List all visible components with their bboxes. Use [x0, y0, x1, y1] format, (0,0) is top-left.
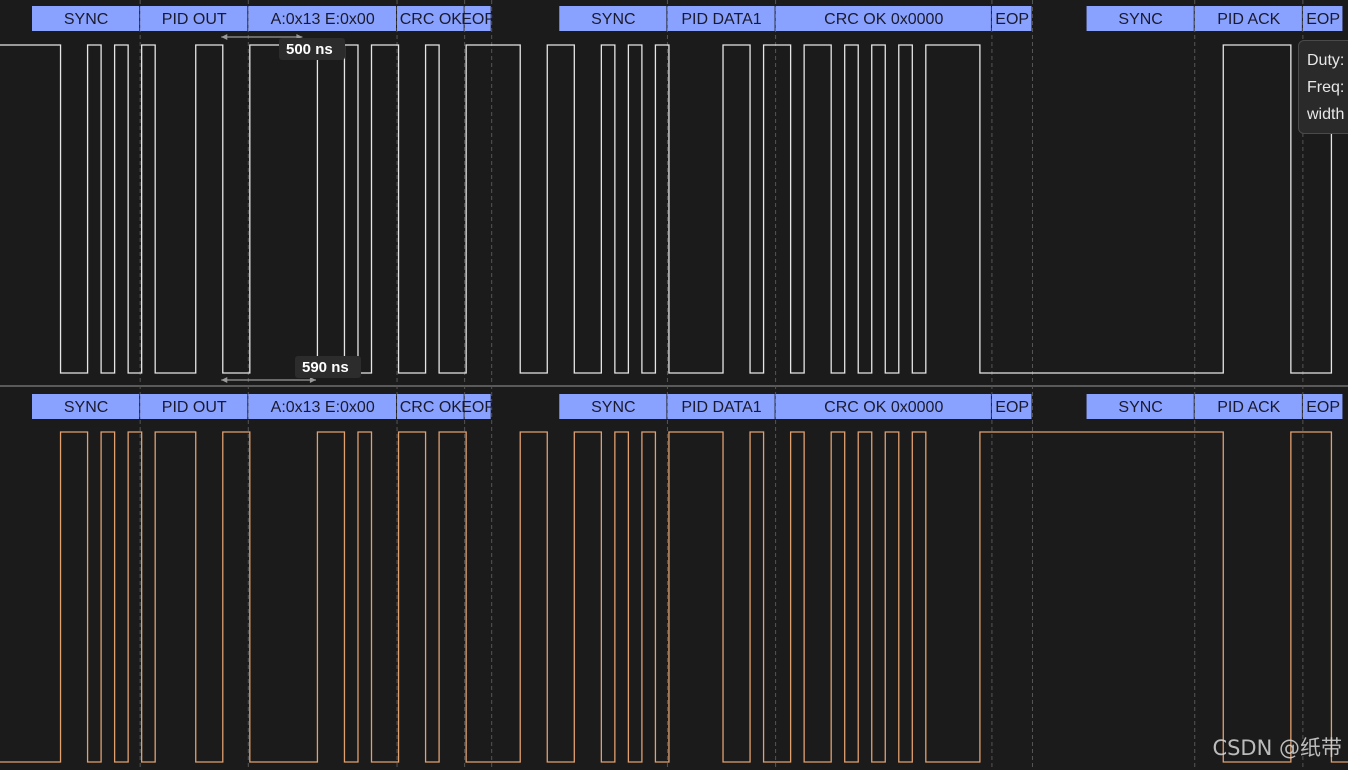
decode-segment-label: PID ACK [1217, 399, 1280, 416]
decode-segment[interactable]: EOP [1302, 394, 1343, 419]
measure-arrow-left [221, 377, 228, 383]
decode-segment[interactable]: SYNC [1086, 6, 1194, 31]
decode-segment-label: A:0x13 E:0x00 [271, 11, 375, 28]
decode-segment-label: PID OUT [162, 399, 227, 416]
decode-segment[interactable]: PID ACK [1194, 6, 1302, 31]
decode-segment[interactable]: SYNC [559, 6, 667, 31]
decode-segment[interactable]: PID ACK [1194, 394, 1302, 419]
decode-segment[interactable]: EOP [461, 394, 495, 419]
decode-segment[interactable]: EOP [461, 6, 495, 31]
measurement-tooltip: Duty: Freq: width [1298, 40, 1348, 134]
decode-segment[interactable]: EOP [991, 394, 1032, 419]
decode-segment-label: PID DATA1 [681, 11, 761, 28]
decode-segment-label: EOP [995, 399, 1029, 416]
decode-segment[interactable]: EOP [1302, 6, 1343, 31]
measure-arrow-left [221, 34, 228, 40]
tooltip-width: width [1307, 106, 1345, 123]
channel-lanes: SYNC PID OUT A:0x13 E:0x00 CRC OK EOP SYNC PID… [0, 6, 1348, 763]
decode-segment-label: SYNC [591, 399, 635, 416]
decode-segment[interactable]: SYNC [1086, 394, 1194, 419]
decode-segment-label: PID ACK [1217, 11, 1280, 28]
width-measure-top[interactable]: 500 ns [221, 34, 345, 60]
decode-segment-label: SYNC [64, 399, 108, 416]
decode-segment-label: SYNC [1118, 399, 1162, 416]
decode-segment-label: EOP [1306, 399, 1340, 416]
decode-segment-label: CRC OK 0x0000 [824, 11, 943, 28]
decode-segment[interactable]: A:0x13 E:0x00 [248, 6, 397, 31]
measurement-overlays: 500 ns 590 ns [221, 34, 361, 383]
decode-segment[interactable]: SYNC [32, 6, 140, 31]
channel-1-lane[interactable]: SYNC PID OUT A:0x13 E:0x00 CRC OK EOP SYNC PID… [0, 6, 1348, 374]
decode-segment-label: SYNC [64, 11, 108, 28]
decode-segment[interactable]: CRC OK 0x0000 [775, 394, 991, 419]
decode-segment[interactable]: SYNC [559, 394, 667, 419]
measure-label: 590 ns [302, 359, 349, 376]
channel-2-lane[interactable]: SYNC PID OUT A:0x13 E:0x00 CRC OK EOP SYNC PID… [0, 394, 1348, 763]
decode-segment-label: CRC OK [400, 399, 463, 416]
decode-segment-label: CRC OK 0x0000 [824, 399, 943, 416]
decode-segment-label: PID OUT [162, 11, 227, 28]
tooltip-freq: Freq: [1307, 79, 1345, 96]
tooltip-duty: Duty: [1307, 52, 1345, 69]
decode-segment-label: SYNC [1118, 11, 1162, 28]
decode-segment[interactable]: SYNC [32, 394, 140, 419]
watermark: CSDN @纸带 [1212, 736, 1342, 760]
decode-segment[interactable]: EOP [991, 6, 1032, 31]
decode-segment[interactable]: CRC OK 0x0000 [775, 6, 991, 31]
channel-1-trace [0, 44, 1348, 374]
decode-segment-label: PID DATA1 [681, 399, 761, 416]
decode-segment-label: EOP [995, 11, 1029, 28]
measure-label: 500 ns [286, 41, 333, 58]
channel-2-trace [0, 431, 1348, 763]
waveform-area[interactable]: SYNC PID OUT A:0x13 E:0x00 CRC OK EOP SYNC PID… [0, 0, 1348, 770]
decode-segment-label: EOP [461, 399, 495, 416]
decode-segment-label: SYNC [591, 11, 635, 28]
decode-segment[interactable]: PID DATA1 [667, 6, 775, 31]
decode-segment[interactable]: CRC OK [397, 6, 464, 31]
decode-segment-label: EOP [1306, 11, 1340, 28]
decode-segment-label: A:0x13 E:0x00 [271, 399, 375, 416]
decode-segment[interactable]: CRC OK [397, 394, 464, 419]
decode-segment[interactable]: PID OUT [140, 6, 248, 31]
decode-segment[interactable]: PID DATA1 [667, 394, 775, 419]
decode-segment-label: CRC OK [400, 11, 463, 28]
width-measure-bottom[interactable]: 590 ns [221, 356, 361, 383]
decode-segment[interactable]: A:0x13 E:0x00 [248, 394, 397, 419]
decode-segment-label: EOP [461, 11, 495, 28]
decode-segment[interactable]: PID OUT [140, 394, 248, 419]
